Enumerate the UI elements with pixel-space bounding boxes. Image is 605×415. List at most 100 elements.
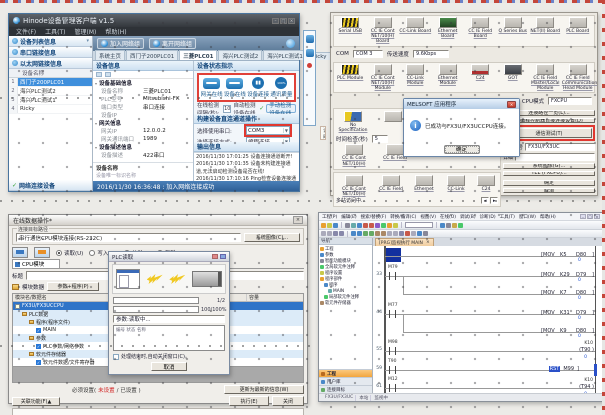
tab-mitsubishi[interactable]: 三菱PLC01 [179,50,217,60]
device-row[interactable]: 4 Ricky [9,105,92,114]
sidebar-section-ethernet[interactable]: 以太网链接信息 [9,58,92,69]
contact[interactable] [389,347,396,355]
if-serial-usb[interactable]: Serial USB [334,17,367,34]
radio-read[interactable]: 读取(U) [56,249,83,257]
if-got[interactable]: GOT [497,64,530,81]
refresh-info-button[interactable]: 更新为最新的信息(W) [224,385,304,394]
menu-tools[interactable]: 工具(T) [45,27,65,36]
sidebar-section-network-devices[interactable]: ✓ 网络连接设备 [9,180,92,191]
if-plc-module[interactable]: PLC Module [334,64,367,81]
minimize-icon[interactable]: – [272,18,279,24]
maximize-icon[interactable]: □ [587,214,593,219]
sort-icon[interactable] [96,72,102,77]
if-qbus[interactable]: Q Series Bus [497,17,530,34]
online-op-titlebar[interactable]: 在线数据操作* × [9,215,307,226]
close-icon[interactable]: × [507,101,516,108]
multi-ccie-field[interactable]: CC IE Field [376,175,406,197]
ladder-instruction[interactable]: [MOVK7 D800] [541,290,594,296]
menu-file[interactable]: 文件(F) [16,27,36,36]
tab-haixing2[interactable]: 海兴PLC测试2 [218,50,262,60]
toolbar-combo[interactable] [405,222,433,228]
contact[interactable] [389,310,396,318]
hinode-titlebar[interactable]: Hinode设备管理客户端 v1.5 – □ × [9,14,299,27]
if-ethernet-board[interactable]: Ethernet Board [432,17,465,39]
melsoft-titlebar[interactable]: MELSOFT 应用程序 × [404,99,519,109]
multi-c24[interactable]: C24 [474,175,498,197]
ok-button[interactable]: 确定 [444,145,480,154]
contact[interactable] [389,272,396,280]
contact[interactable] [389,366,396,374]
help-icon[interactable] [220,254,226,259]
menu-debug[interactable]: 调试(B) [460,214,476,220]
menu-project[interactable]: 工程(P) [322,214,337,220]
if-ccie-board[interactable]: CC IE Cont NET/10(H) Board [367,17,400,45]
param-program-button[interactable]: 参数+程序(P) [47,282,99,291]
com-port-field[interactable]: COM 3 [353,50,383,58]
ladder-instruction[interactable]: [MOVK29 D790] [541,272,594,278]
prop-row[interactable]: 设备IP [93,111,193,119]
related-functions-button[interactable]: 关联功能(F)▲ [12,397,60,406]
contact[interactable] [389,384,396,392]
menu-help[interactable]: 帮助(H) [105,27,126,36]
close-icon[interactable]: × [293,216,303,224]
auto-detect-check-icon[interactable]: ✓ [259,105,264,112]
if-c24[interactable]: C24 [464,64,497,81]
if-cciefield-head[interactable]: CC IE Field Communication Head Module [562,64,595,92]
ok-button[interactable]: 确定 [503,180,595,186]
menu-help[interactable]: 帮助(H) [540,214,556,220]
execute-button[interactable]: 执行(E) [229,396,269,406]
leave-network-button[interactable]: 离开网络组 [149,38,196,49]
menu-find[interactable]: 搜索/替换(F) [361,214,387,220]
if-cclink-module[interactable]: CC-Link Module [399,64,432,86]
gxworks-toolbar-2[interactable] [319,230,603,238]
prop-group[interactable]: ▾网关信息 [93,119,193,127]
timer-coil[interactable]: (T90 ) [579,347,594,353]
nav-tab-project[interactable]: 工程 [319,369,372,377]
if-net2-board[interactable]: NET(II) Board [529,17,562,34]
gxworks-toolbar-1[interactable] [319,221,603,230]
ladder-instruction[interactable]: [MOVK31 D790] [541,310,594,316]
prop-row[interactable]: 网关IP12.0.0.2 [93,127,193,135]
scroll-right-icon[interactable]: ▸ [490,197,498,204]
tree-item-device-memory[interactable]: 软元件存储器 [320,300,372,306]
scroll-left-icon[interactable]: ◂ [481,197,489,204]
close-icon[interactable]: × [288,18,295,24]
device-row[interactable]: 2 海兴PLC测试2 [9,87,92,96]
selected-cell[interactable] [386,248,401,262]
output-log[interactable]: 2016/11/30 17:01:25 设备连接通道断开! 2016/11/30… [194,152,299,181]
prop-row[interactable]: 设备名称三菱PLC01 [93,87,193,95]
menu-online[interactable]: 在线(O) [440,214,456,220]
if-cciefield-board[interactable]: CC IE Field Board [464,17,497,39]
multi-cclink[interactable]: CC-Link [442,175,470,197]
other-station-icon[interactable] [384,111,402,122]
interval-input[interactable]: 10 [223,105,231,113]
timer-coil[interactable]: (T94 ) [579,384,594,390]
prop-row[interactable]: 网关通讯端口1989 [93,135,193,143]
net-ccie-cont[interactable]: CC IE Cont NET/10(H) [336,144,372,166]
tab-haixing1[interactable]: 海兴PLC测试1 [263,50,307,60]
device-row[interactable]: 3 海兴PLC测试1 [9,96,92,105]
rst-instruction[interactable]: RSTM99] [549,366,579,372]
plc-read-titlebar[interactable]: PLC读取 [109,252,229,262]
if-ethernet-module[interactable]: Ethernet Module [432,64,465,86]
manual-detect-button[interactable]: 手动检测设备在线 [266,104,296,113]
if-cclink-board[interactable]: CC-Link Board [399,17,432,34]
ladder-canvas[interactable]: [MOVK5 D800] 33 M79 [MOVK29 D790] [373,246,603,393]
checkbox-checked-icon[interactable]: ✓ [36,344,41,349]
join-network-button[interactable]: 加入网络组 [97,38,144,49]
if-ccie-module[interactable]: CC IE Cont NET/10(H) Module [367,64,400,92]
auto-close-checkbox[interactable] [113,354,119,360]
cancel-button[interactable]: 取消 [151,362,187,371]
ladder-instruction[interactable]: [MOVK9 D800] [541,328,594,334]
menu-manage[interactable]: 管理(M) [75,27,97,36]
minimize-icon[interactable] [212,254,218,259]
ladder-instruction[interactable]: [MOVK5 D800] [541,252,594,258]
time-check-field[interactable]: 5 [372,135,388,143]
nav-tab-user-library[interactable]: 用户库 [319,377,372,385]
ladder-doc-tab[interactable]: [PRG]监视执行 MAIN × [375,238,434,246]
com-port-select[interactable]: COM3▼ [246,126,290,135]
prop-row[interactable]: 设备描述422串口 [93,151,193,159]
menu-diagnostics[interactable]: 诊断(D) [480,214,496,220]
device-row[interactable]: 1 西门子200PLC01 [9,78,92,87]
multi-ccie-cont[interactable]: CC IE Cont NET/10(H) [336,175,372,197]
